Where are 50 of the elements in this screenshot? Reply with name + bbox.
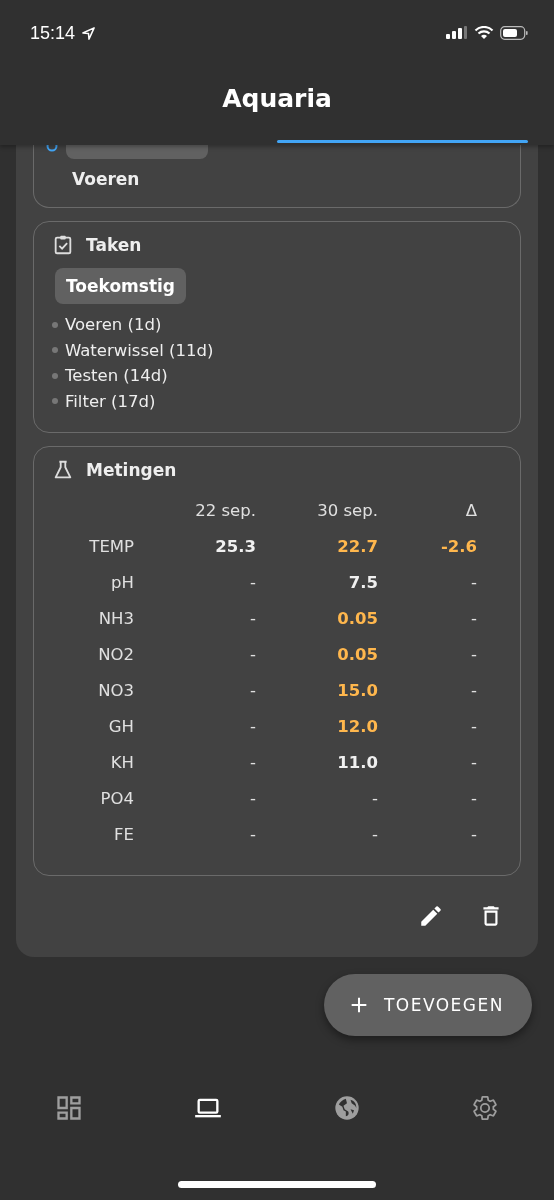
add-button[interactable]: TOEVOEGEN xyxy=(323,974,532,1036)
table-cell-text: - xyxy=(470,752,477,774)
parameter-label: FE xyxy=(113,824,134,846)
table-cell-text: - xyxy=(249,644,256,666)
task-item: Voeren (1d) xyxy=(65,314,162,336)
table-cell-text: 0.05 xyxy=(336,608,378,630)
parameter-label: TEMP xyxy=(88,536,134,558)
table-cell-text: - xyxy=(470,716,477,738)
event-task: Voeren xyxy=(72,169,141,189)
table-cell-text: - xyxy=(470,680,477,702)
table-cell-text: - xyxy=(371,788,378,810)
table-cell-text: - xyxy=(249,824,256,846)
table-cell-text: 11.0 xyxy=(336,752,378,774)
table-cell-text: - xyxy=(470,824,477,846)
table-cell-text: 15.0 xyxy=(336,680,378,702)
parameter-label: pH xyxy=(110,572,134,594)
parameter-label: GH xyxy=(107,716,134,738)
task-item: Waterwissel (11d) xyxy=(65,339,214,362)
parameter-label: NO2 xyxy=(97,644,134,666)
table-cell-text: - xyxy=(470,572,477,594)
table-cell-text: 7.5 xyxy=(347,572,378,594)
card-title: Taken xyxy=(86,235,142,255)
table-cell-text: 0.05 xyxy=(336,644,378,666)
table-cell-text: 25.3 xyxy=(214,536,256,558)
table-cell-text: - xyxy=(249,680,256,702)
table-cell-text: - xyxy=(249,608,256,630)
table-cell-text: - xyxy=(249,752,256,774)
table-cell-text: - xyxy=(371,824,378,846)
table-cell-text: - xyxy=(249,716,256,738)
status-time: 15:14 xyxy=(30,22,76,44)
parameter-label: NO3 xyxy=(97,680,134,702)
task-item: Testen (14d) xyxy=(65,365,168,387)
parameter-label: KH xyxy=(109,752,134,774)
task-item: Filter (17d) xyxy=(65,390,156,413)
card-title: Metingen xyxy=(86,460,177,480)
filter-chip[interactable]: Toekomstig xyxy=(55,268,187,304)
table-cell-text: - xyxy=(470,608,477,630)
column-header: 22 sep. xyxy=(194,500,256,522)
table-cell-text: - xyxy=(249,788,256,810)
table-cell-text: - xyxy=(470,644,477,666)
table-cell-text: - xyxy=(249,572,256,594)
parameter-label: PO4 xyxy=(99,788,134,810)
table-cell-text: 22.7 xyxy=(336,536,378,558)
table-cell-text: 12.0 xyxy=(336,716,378,738)
column-header: Δ xyxy=(464,500,477,522)
table-cell-text: - xyxy=(470,788,477,810)
parameter-label: NH3 xyxy=(97,608,134,630)
table-cell-text: -2.6 xyxy=(439,536,477,558)
column-header: 30 sep. xyxy=(316,500,378,522)
app-title: Aquaria xyxy=(222,84,332,113)
